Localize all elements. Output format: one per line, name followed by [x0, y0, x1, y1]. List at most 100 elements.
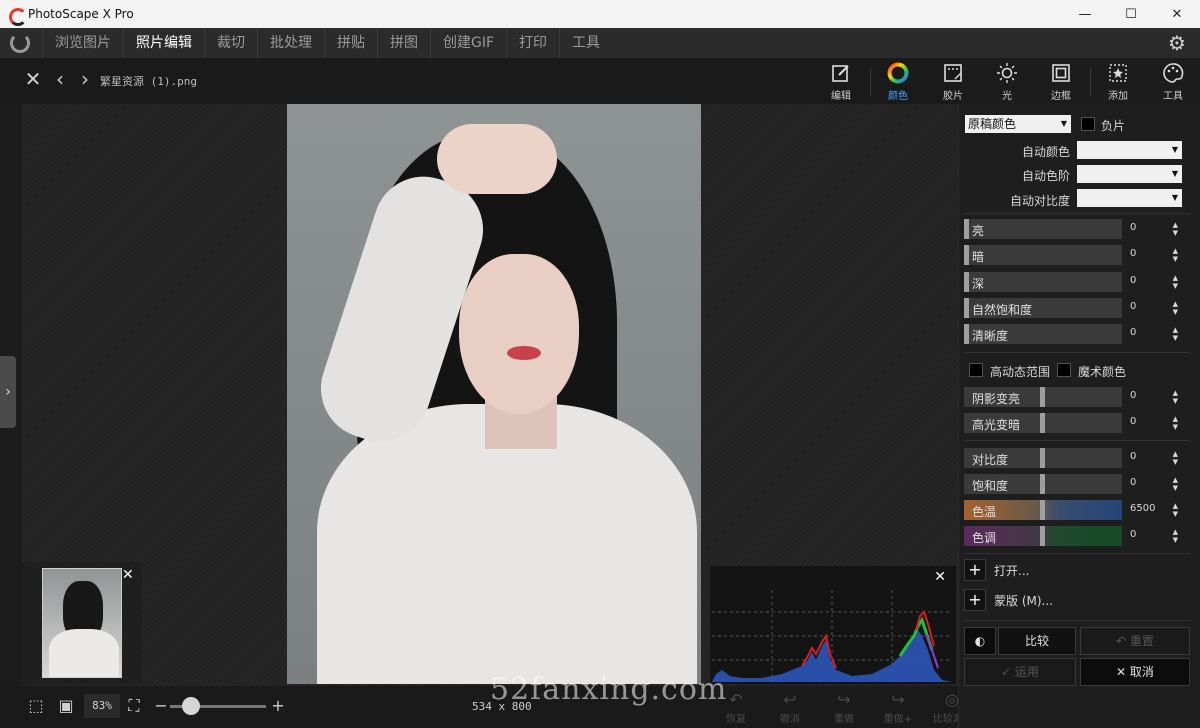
close-photo-icon[interactable]: ✕: [22, 68, 44, 90]
tint-value[interactable]: 0 ▲ ▼: [1126, 526, 1182, 546]
darken-value[interactable]: 0 ▲ ▼: [1126, 245, 1182, 265]
deep-value[interactable]: 0 ▲ ▼: [1126, 272, 1182, 292]
tool-light[interactable]: 光: [980, 62, 1034, 102]
contrast-slider[interactable]: 对比度: [964, 448, 1122, 468]
shadows-value[interactable]: 0 ▲ ▼: [1126, 387, 1182, 407]
mask-plus-button[interactable]: +: [964, 589, 986, 611]
slider-handle[interactable]: [1040, 526, 1045, 546]
close-navigator-icon[interactable]: ✕: [122, 568, 136, 582]
darken-slider[interactable]: 暗: [964, 245, 1122, 265]
vibrance-value[interactable]: 0 ▲ ▼: [1126, 298, 1182, 318]
redo-more-button[interactable]: ↪ 重做+: [876, 690, 920, 726]
navigator-thumbnail[interactable]: [42, 568, 122, 678]
settings-gear-icon[interactable]: ⚙: [1166, 32, 1188, 54]
menu-create-gif[interactable]: 创建GIF: [430, 28, 506, 58]
slider-handle[interactable]: [1040, 500, 1045, 520]
close-histogram-icon[interactable]: ✕: [934, 569, 946, 585]
slider-handle[interactable]: [1040, 413, 1045, 433]
mask-label[interactable]: 蒙版 (M)...: [994, 592, 1053, 609]
highlights-value[interactable]: 0 ▲ ▼: [1126, 413, 1182, 433]
tool-color[interactable]: 颜色: [871, 62, 925, 102]
minimize-button[interactable]: —: [1062, 0, 1108, 28]
color-preset-select[interactable]: 原稿颜色: [965, 115, 1071, 133]
spin-arrows-icon[interactable]: ▲ ▼: [1173, 247, 1178, 263]
brighten-value[interactable]: 0 ▲ ▼: [1126, 219, 1182, 239]
shadows-slider[interactable]: 阴影变亮: [964, 387, 1122, 407]
previous-photo-icon[interactable]: ‹: [49, 68, 71, 90]
undo-button[interactable]: ↩ 撤消: [768, 690, 812, 726]
tool-film[interactable]: 胶片: [926, 62, 980, 102]
menu-combine[interactable]: 拼图: [377, 28, 430, 58]
menu-tools[interactable]: 工具: [559, 28, 612, 58]
open-color-label[interactable]: 打开...: [994, 562, 1029, 579]
close-window-button[interactable]: ✕: [1154, 0, 1200, 28]
menu-photo-edit[interactable]: 照片编辑: [123, 28, 204, 58]
fit-frame-icon[interactable]: ▣: [56, 696, 76, 716]
app-home-icon[interactable]: [10, 33, 30, 53]
auto-levels-select[interactable]: [1077, 165, 1182, 183]
saturation-value[interactable]: 0 ▲ ▼: [1126, 474, 1182, 494]
open-color-plus-button[interactable]: +: [964, 559, 986, 581]
slider-handle[interactable]: [964, 272, 969, 292]
redo-button[interactable]: ↪ 重做: [822, 690, 866, 726]
spin-arrows-icon[interactable]: ▲ ▼: [1173, 476, 1178, 492]
spin-arrows-icon[interactable]: ▲ ▼: [1173, 528, 1178, 544]
spin-arrows-icon[interactable]: ▲ ▼: [1173, 502, 1178, 518]
spin-arrows-icon[interactable]: ▲ ▼: [1173, 415, 1178, 431]
split-view-button[interactable]: ◐: [964, 627, 996, 655]
fullscreen-icon[interactable]: ⛶: [124, 696, 144, 716]
slider-handle[interactable]: [1040, 448, 1045, 468]
clarity-value[interactable]: 0 ▲ ▼: [1126, 324, 1182, 344]
spin-arrows-icon[interactable]: ▲ ▼: [1173, 326, 1178, 342]
zoom-out-button[interactable]: −: [151, 696, 171, 716]
slider-handle[interactable]: [964, 298, 969, 318]
vibrance-slider[interactable]: 自然饱和度: [964, 298, 1122, 318]
spin-arrows-icon[interactable]: ▲ ▼: [1173, 389, 1178, 405]
magic-color-checkbox[interactable]: [1057, 363, 1071, 377]
auto-color-select[interactable]: [1077, 141, 1182, 159]
spin-arrows-icon[interactable]: ▲ ▼: [1173, 450, 1178, 466]
temperature-slider[interactable]: 色温: [964, 500, 1122, 520]
menu-print[interactable]: 打印: [506, 28, 559, 58]
slider-handle[interactable]: [964, 219, 969, 239]
menu-collage[interactable]: 拼贴: [324, 28, 377, 58]
auto-contrast-select[interactable]: [1077, 189, 1182, 207]
zoom-in-button[interactable]: +: [268, 696, 288, 716]
expand-sidebar-button[interactable]: ›: [0, 356, 16, 428]
slider-handle[interactable]: [964, 324, 969, 344]
saturation-slider[interactable]: 饱和度: [964, 474, 1122, 494]
tool-tools[interactable]: 工具: [1146, 62, 1200, 102]
deep-slider[interactable]: 深: [964, 272, 1122, 292]
zoom-slider-knob[interactable]: [182, 697, 200, 715]
menu-crop[interactable]: 裁切: [204, 28, 257, 58]
slider-handle[interactable]: [1040, 387, 1045, 407]
tint-slider[interactable]: 色调: [964, 526, 1122, 546]
contrast-value[interactable]: 0 ▲ ▼: [1126, 448, 1182, 468]
hdr-checkbox[interactable]: [969, 363, 983, 377]
edited-photo[interactable]: [287, 104, 701, 684]
zoom-slider[interactable]: [170, 697, 266, 715]
tool-frame[interactable]: 边框: [1034, 62, 1088, 102]
spin-arrows-icon[interactable]: ▲ ▼: [1173, 274, 1178, 290]
compare-button[interactable]: 比较: [998, 627, 1076, 655]
slider-handle[interactable]: [964, 245, 969, 265]
tool-edit[interactable]: 编辑: [814, 62, 868, 102]
tool-add[interactable]: 添加: [1091, 62, 1145, 102]
next-photo-icon[interactable]: ›: [74, 68, 96, 90]
reset-button[interactable]: ↶ 重置: [1080, 627, 1190, 655]
menu-browse[interactable]: 浏览图片: [42, 28, 123, 58]
spin-arrows-icon[interactable]: ▲ ▼: [1173, 221, 1178, 237]
brighten-slider[interactable]: 亮: [964, 219, 1122, 239]
slider-handle[interactable]: [1040, 474, 1045, 494]
actual-size-icon[interactable]: ⬚: [26, 696, 46, 716]
maximize-button[interactable]: ☐: [1108, 0, 1154, 28]
apply-button[interactable]: ✓ 运用: [964, 658, 1076, 686]
clarity-slider[interactable]: 清晰度: [964, 324, 1122, 344]
spin-arrows-icon[interactable]: ▲ ▼: [1173, 300, 1178, 316]
highlights-slider[interactable]: 高光变暗: [964, 413, 1122, 433]
menu-batch[interactable]: 批处理: [257, 28, 324, 58]
temperature-value[interactable]: 6500 ▲ ▼: [1126, 500, 1182, 520]
cancel-button[interactable]: ✕ 取消: [1080, 658, 1190, 686]
negative-checkbox[interactable]: [1081, 117, 1095, 131]
zoom-level[interactable]: 83%: [84, 694, 120, 718]
